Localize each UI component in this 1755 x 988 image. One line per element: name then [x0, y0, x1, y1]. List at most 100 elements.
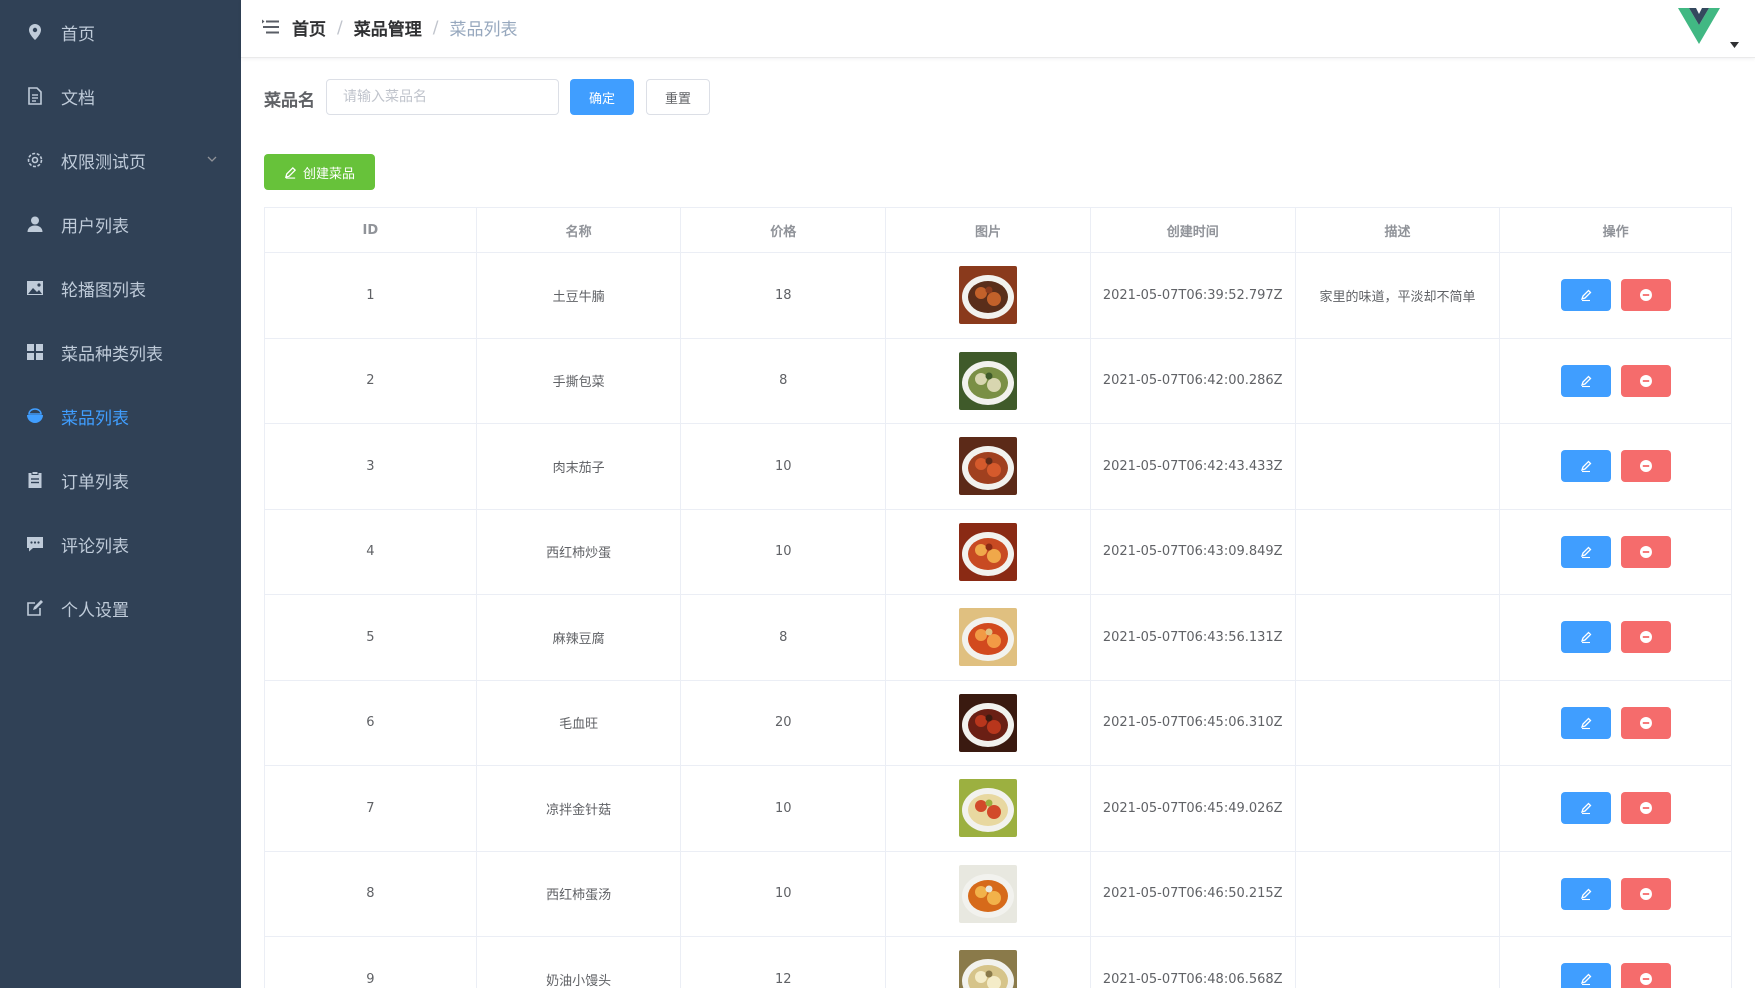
- dish-name-input[interactable]: [326, 79, 559, 115]
- breadcrumb-home[interactable]: 首页: [292, 15, 326, 40]
- breadcrumb-current: 菜品列表: [449, 20, 518, 40]
- cell-created-time: 2021-05-07T06:45:49.026Z: [1091, 766, 1296, 851]
- sidebar-item-settings[interactable]: 个人设置: [0, 576, 241, 640]
- edit-button[interactable]: [1560, 706, 1611, 739]
- cell-created-time: 2021-05-07T06:42:00.286Z: [1091, 338, 1296, 423]
- create-dish-button[interactable]: 创建菜品: [264, 154, 375, 190]
- edit-button[interactable]: [1560, 621, 1611, 654]
- dish-table: ID 名称 价格 图片 创建时间 描述 操作 1 土豆牛腩 18 2021-05-07…: [264, 207, 1732, 988]
- sidebar-item-label: 菜品种类列表: [61, 344, 163, 365]
- sidebar-item-docs[interactable]: 文档: [0, 64, 241, 128]
- cell-name: 麻辣豆腐: [477, 595, 682, 680]
- user-icon: [25, 214, 45, 234]
- confirm-button[interactable]: 确定: [570, 79, 634, 115]
- edit-button[interactable]: [1560, 279, 1611, 312]
- edit-button[interactable]: [1560, 792, 1611, 825]
- sidebar-item-categories[interactable]: 菜品种类列表: [0, 320, 241, 384]
- column-header: 价格: [681, 208, 887, 252]
- dish-image: [959, 950, 1018, 988]
- cell-actions: [1500, 595, 1731, 680]
- cell-id: 2: [265, 338, 477, 423]
- cell-name: 手撕包菜: [477, 338, 682, 423]
- cell-created-time: 2021-05-07T06:43:56.131Z: [1091, 595, 1296, 680]
- cell-description: [1296, 766, 1501, 851]
- edit-button[interactable]: [1560, 963, 1611, 988]
- cell-created-time: 2021-05-07T06:43:09.849Z: [1091, 509, 1296, 594]
- edit-icon: [25, 598, 45, 618]
- sidebar-item-dishes[interactable]: 菜品列表: [0, 384, 241, 448]
- comment-icon: [25, 534, 45, 554]
- table-row: 1 土豆牛腩 18 2021-05-07T06:39:52.797Z 家里的味道，平淡却…: [265, 253, 1731, 339]
- dish-image: [959, 693, 1018, 752]
- cell-image: [886, 509, 1091, 594]
- sidebar-item-label: 权限测试页: [61, 152, 146, 173]
- cell-created-time: 2021-05-07T06:48:06.568Z: [1091, 937, 1296, 988]
- edit-button[interactable]: [1560, 877, 1611, 910]
- sidebar-item-label: 轮播图列表: [61, 280, 146, 301]
- cell-price: 10: [681, 509, 887, 594]
- sidebar-item-orders[interactable]: 订单列表: [0, 448, 241, 512]
- caret-down-icon[interactable]: [1730, 42, 1739, 48]
- reset-button[interactable]: 重置: [646, 79, 710, 115]
- breadcrumb-dish-management[interactable]: 菜品管理: [354, 15, 422, 40]
- column-header: 操作: [1602, 224, 1629, 240]
- sidebar-item-label: 订单列表: [61, 472, 129, 493]
- cell-name: 土豆牛腩: [477, 253, 682, 338]
- remove-icon: [1639, 802, 1652, 815]
- delete-button[interactable]: [1620, 621, 1671, 654]
- cell-actions: [1500, 852, 1731, 937]
- cell-price: 10: [681, 766, 887, 851]
- sidebar-item-label: 菜品列表: [61, 408, 129, 429]
- sidebar-item-label: 文档: [61, 88, 95, 109]
- cell-id: 5: [265, 595, 477, 680]
- edit-button[interactable]: [1560, 364, 1611, 397]
- column-header: ID: [265, 208, 477, 252]
- document-icon: [25, 86, 45, 106]
- column-header: 创建时间: [1091, 208, 1296, 252]
- cell-description: [1296, 680, 1501, 765]
- remove-icon: [1639, 631, 1652, 644]
- edit-button[interactable]: [1560, 450, 1611, 483]
- sidebar-item-label: 评论列表: [61, 536, 129, 557]
- table-row: 5 麻辣豆腐 8 2021-05-07T06:43:56.131Z: [265, 595, 1731, 681]
- cell-actions: [1500, 766, 1731, 851]
- sidebar-item-comments[interactable]: 评论列表: [0, 512, 241, 576]
- table-body: 1 土豆牛腩 18 2021-05-07T06:39:52.797Z 家里的味道，平淡却…: [265, 253, 1731, 988]
- table-row: 8 西红柿蛋汤 10 2021-05-07T06:46:50.215Z: [265, 851, 1731, 937]
- delete-button[interactable]: [1620, 364, 1671, 397]
- cell-name: 西红柿蛋汤: [477, 851, 682, 936]
- edit-icon: [1580, 375, 1592, 387]
- cell-description: [1296, 424, 1501, 509]
- sidebar-item-users[interactable]: 用户列表: [0, 192, 241, 256]
- delete-button[interactable]: [1620, 963, 1671, 988]
- sidebar-item-home[interactable]: 首页: [0, 0, 241, 64]
- delete-button[interactable]: [1620, 535, 1671, 568]
- delete-button[interactable]: [1620, 279, 1671, 312]
- sidebar-item-carousel[interactable]: 轮播图列表: [0, 256, 241, 320]
- clipboard-icon: [25, 470, 45, 490]
- delete-button[interactable]: [1620, 450, 1671, 483]
- delete-button[interactable]: [1620, 877, 1671, 910]
- gear-icon: [25, 150, 45, 170]
- avatar[interactable]: [1676, 4, 1722, 48]
- cell-id: 4: [265, 509, 477, 594]
- sidebar-item-permission[interactable]: 权限测试页: [0, 128, 241, 192]
- cell-created-time: 2021-05-07T06:46:50.215Z: [1091, 851, 1296, 936]
- edit-icon: [284, 166, 297, 179]
- remove-icon: [1639, 374, 1652, 387]
- edit-button[interactable]: [1560, 535, 1611, 568]
- cell-price: 8: [681, 595, 887, 680]
- picture-icon: [25, 278, 45, 298]
- column-header: 名称: [477, 208, 682, 252]
- edit-icon: [1580, 888, 1592, 900]
- bowl-icon: [25, 406, 45, 426]
- delete-button[interactable]: [1620, 706, 1671, 739]
- edit-icon: [1580, 973, 1592, 986]
- hamburger-icon[interactable]: [261, 17, 281, 37]
- delete-button[interactable]: [1620, 792, 1671, 825]
- sidebar-item-label: 用户列表: [61, 216, 129, 237]
- dish-image: [959, 437, 1018, 496]
- cell-price: 12: [681, 937, 887, 988]
- dish-image: [959, 779, 1018, 838]
- remove-icon: [1639, 545, 1652, 558]
